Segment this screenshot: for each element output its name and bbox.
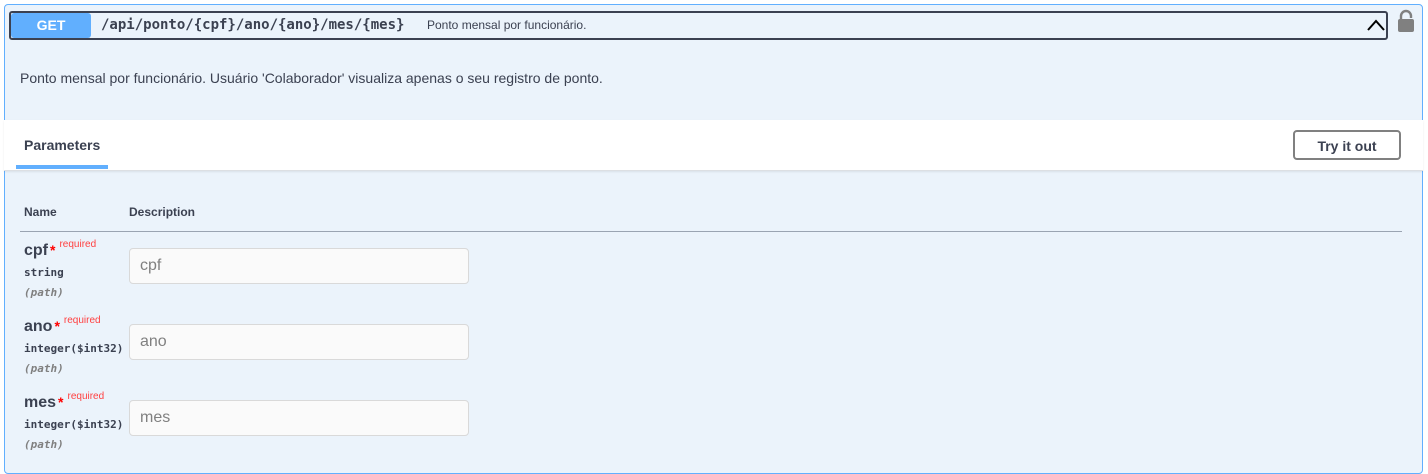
chevron-up-icon[interactable] bbox=[1366, 15, 1386, 35]
ano-input[interactable] bbox=[129, 324, 469, 360]
param-name-label: mes bbox=[24, 394, 57, 411]
operation-summary-text: Ponto mensal por funcionário. bbox=[427, 18, 587, 32]
column-header-name: Name bbox=[24, 205, 57, 219]
required-label: required bbox=[67, 391, 105, 402]
mes-input[interactable] bbox=[129, 400, 469, 436]
header-divider bbox=[20, 231, 1402, 232]
tab-parameters[interactable]: Parameters bbox=[16, 120, 108, 169]
param-type-mes: integer($int32) bbox=[24, 418, 124, 431]
param-type-cpf: string bbox=[24, 266, 64, 279]
lock-icon[interactable] bbox=[1397, 9, 1415, 33]
operation-summary[interactable]: GET /api/ponto/{cpf}/ano/{ano}/mes/{mes}… bbox=[9, 11, 1388, 40]
param-name-label: cpf bbox=[24, 242, 48, 259]
required-label: required bbox=[63, 315, 101, 326]
param-name-label: ano bbox=[24, 318, 53, 335]
operation-path: /api/ponto/{cpf}/ano/{ano}/mes/{mes} bbox=[101, 17, 405, 33]
operation-description: Ponto mensal por funcionário. Usuário 'C… bbox=[20, 70, 603, 86]
try-it-out-button[interactable]: Try it out bbox=[1293, 130, 1401, 160]
param-type-ano: integer($int32) bbox=[24, 342, 124, 355]
required-star: * bbox=[54, 318, 60, 334]
method-badge: GET bbox=[11, 13, 91, 38]
tab-parameters-label: Parameters bbox=[24, 137, 101, 153]
param-name-mes: mes * required bbox=[24, 391, 105, 412]
param-location-ano: (path) bbox=[24, 362, 64, 375]
required-star: * bbox=[58, 394, 64, 410]
param-name-ano: ano * required bbox=[24, 315, 101, 336]
required-label: required bbox=[59, 239, 97, 250]
param-location-cpf: (path) bbox=[24, 286, 64, 299]
required-star: * bbox=[50, 242, 56, 258]
cpf-input[interactable] bbox=[129, 248, 469, 284]
column-header-description: Description bbox=[129, 205, 196, 219]
param-location-mes: (path) bbox=[24, 438, 64, 451]
parameters-header: Parameters Try it out bbox=[4, 120, 1423, 171]
param-name-cpf: cpf * required bbox=[24, 239, 97, 260]
